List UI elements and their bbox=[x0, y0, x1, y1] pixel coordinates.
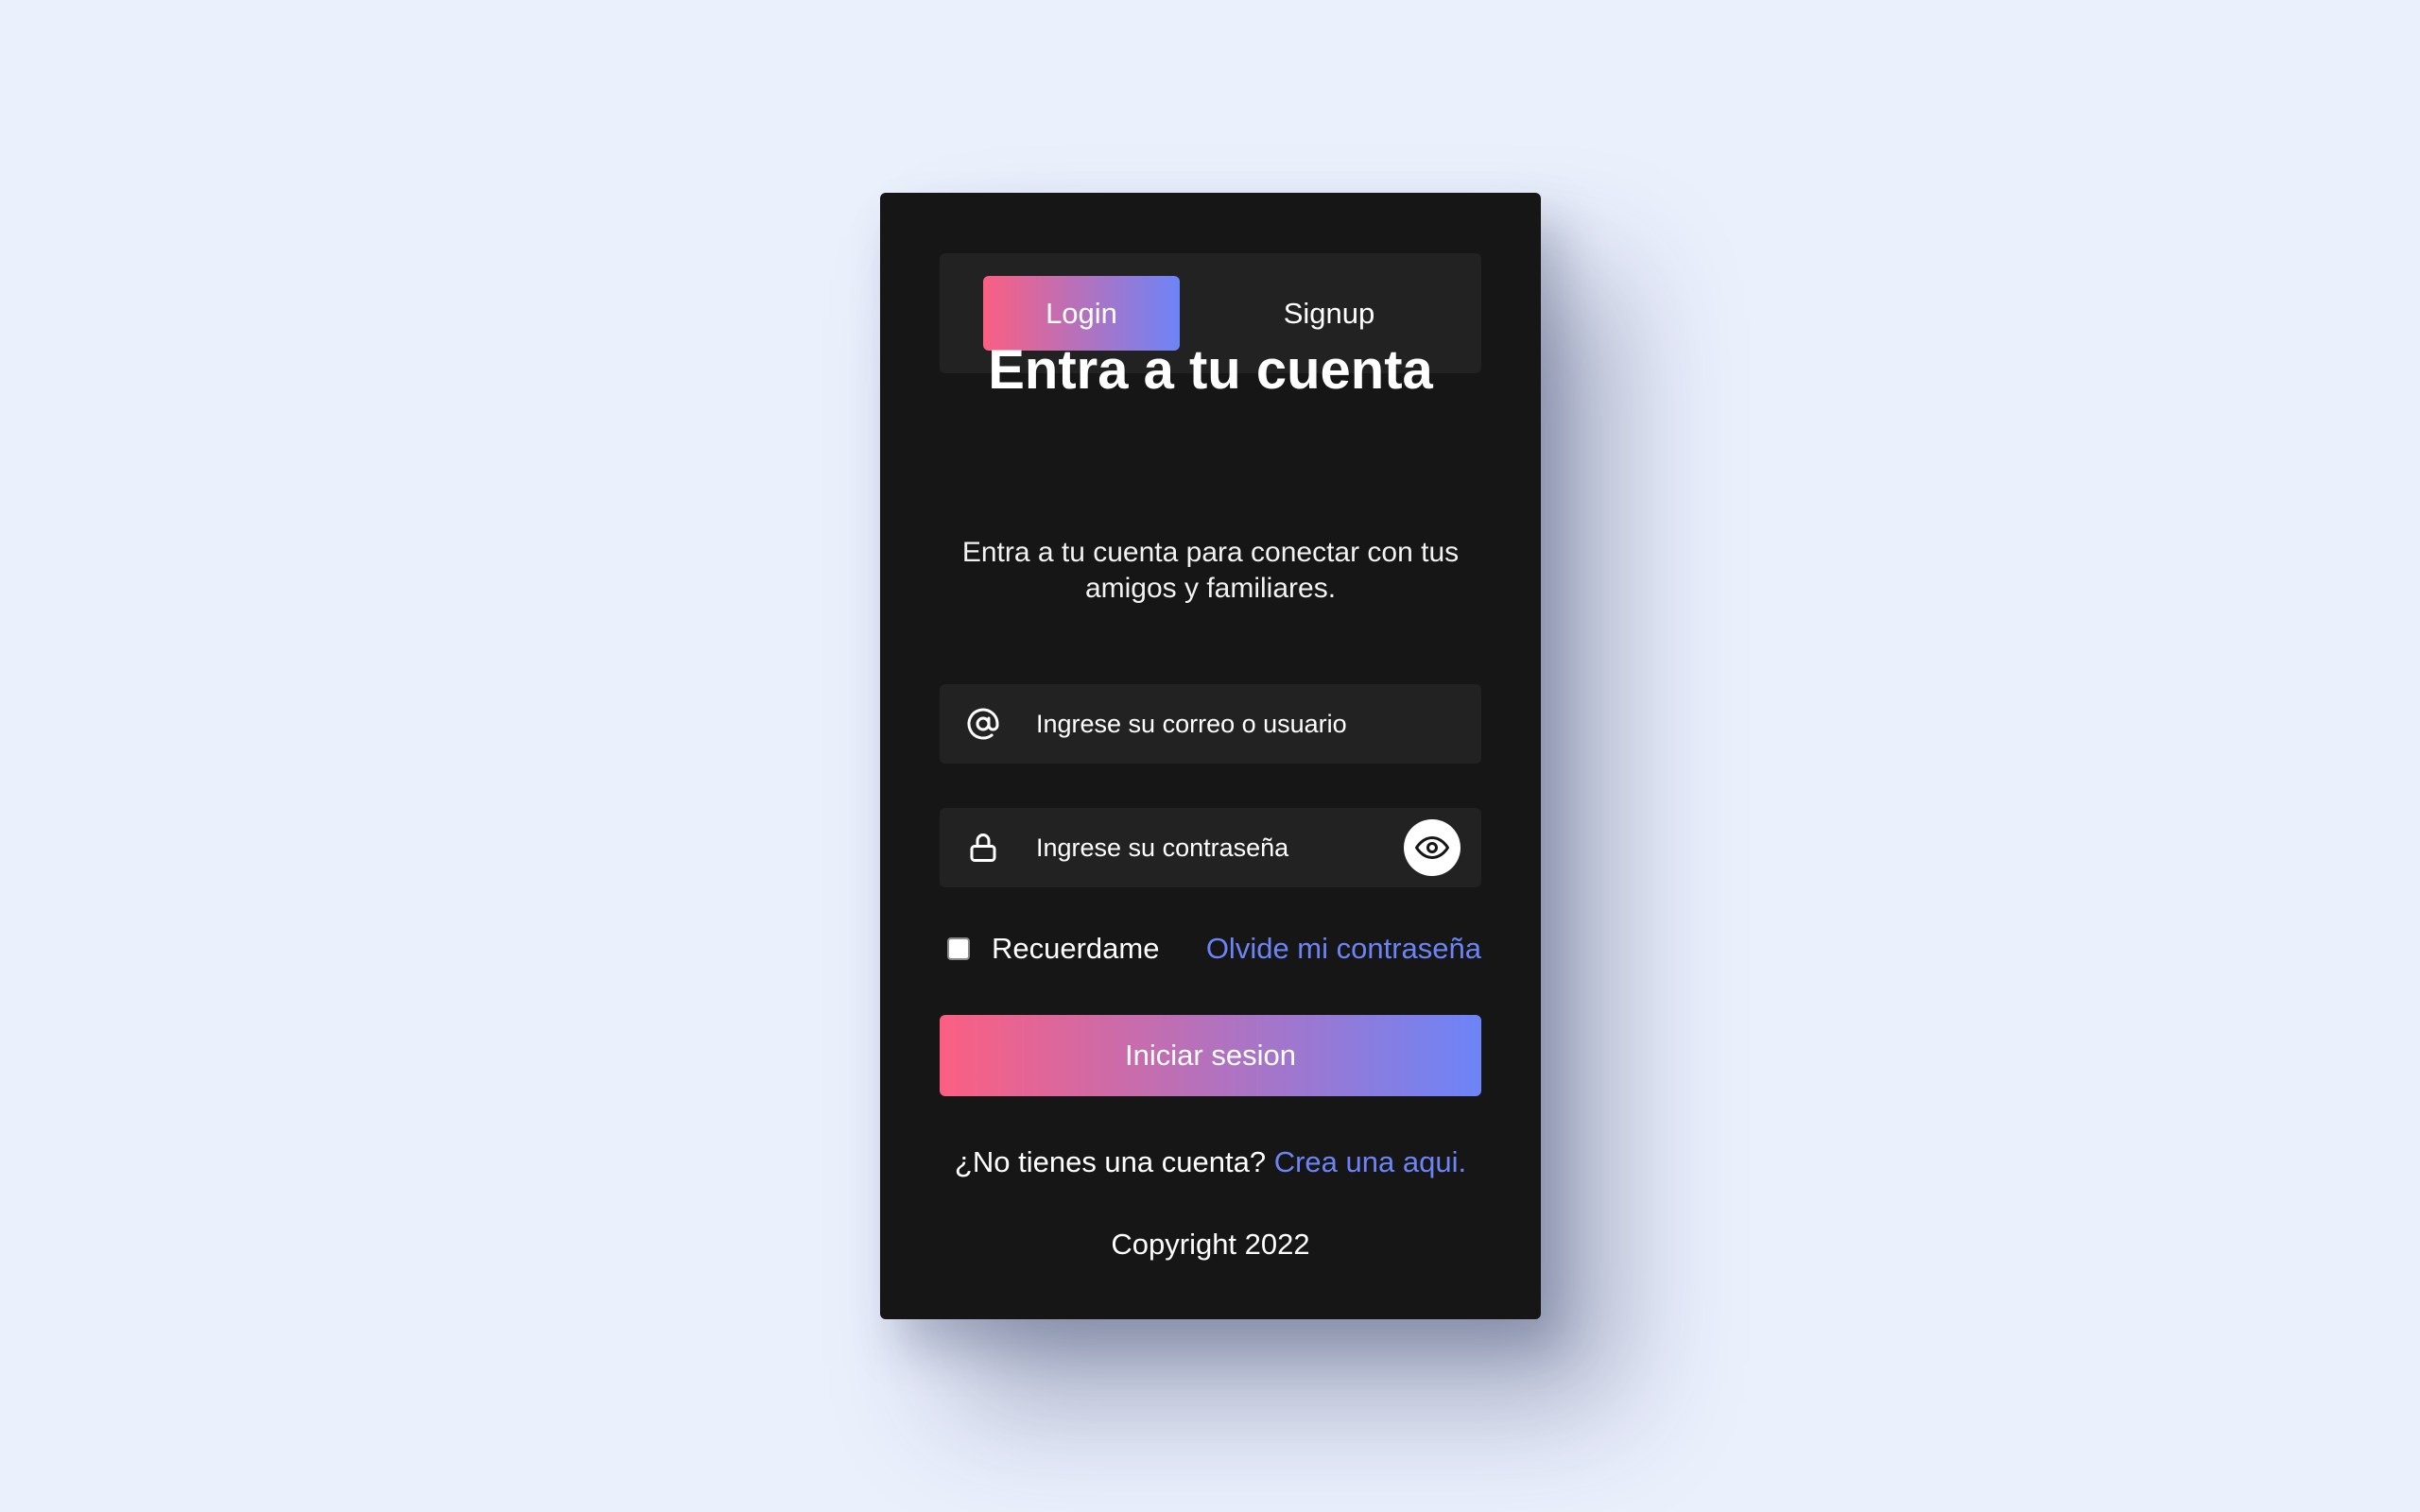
signup-prompt: ¿No tienes una cuenta? Crea una aqui. bbox=[880, 1142, 1541, 1183]
create-account-link[interactable]: Crea una aqui. bbox=[1274, 1145, 1466, 1178]
page-subtitle: Entra a tu cuenta para conectar con tus … bbox=[961, 537, 1460, 604]
at-icon bbox=[966, 707, 1000, 741]
page-title: Entra a tu cuenta bbox=[988, 339, 1433, 401]
no-account-text: ¿No tienes una cuenta? bbox=[954, 1145, 1274, 1178]
eye-icon bbox=[1415, 831, 1449, 865]
login-submit-button[interactable]: Iniciar sesion bbox=[940, 1015, 1481, 1096]
password-input[interactable] bbox=[1036, 808, 1395, 887]
remember-label: Recuerdame bbox=[992, 932, 1160, 965]
lock-icon bbox=[966, 831, 1000, 865]
remember-row: Recuerdame Olvide mi contraseña bbox=[940, 928, 1481, 970]
email-input[interactable] bbox=[1036, 684, 1395, 764]
forgot-password-link[interactable]: Olvide mi contraseña bbox=[1206, 928, 1481, 970]
copyright-text: Copyright 2022 bbox=[1111, 1228, 1310, 1261]
toggle-password-button[interactable] bbox=[1404, 819, 1461, 876]
email-field bbox=[940, 684, 1481, 764]
login-card: Login Signup Entra a tu cuenta Entra a t… bbox=[880, 193, 1541, 1319]
password-field bbox=[940, 808, 1481, 887]
remember-checkbox[interactable] bbox=[947, 937, 970, 960]
